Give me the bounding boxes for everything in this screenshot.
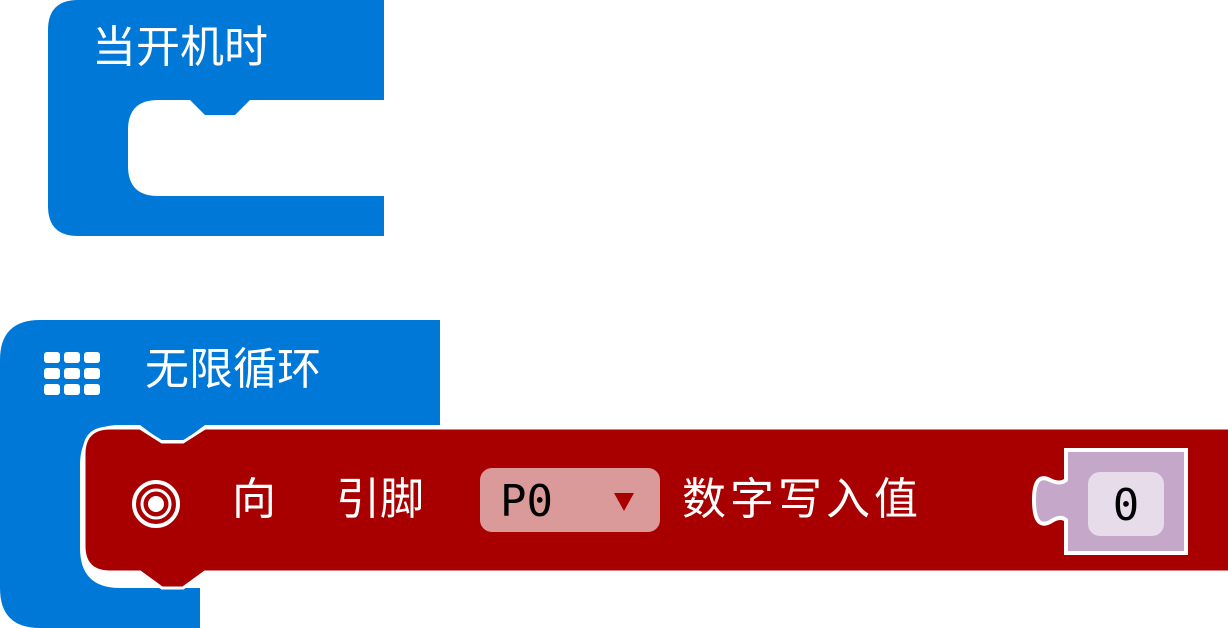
forever-label: 无限循环 (145, 344, 321, 395)
pin-dropdown-value: P0 (500, 476, 553, 527)
dropdown-arrow-icon (614, 493, 634, 511)
target-icon (132, 480, 180, 528)
on-start-label: 当开机时 (92, 22, 268, 73)
value-input-text: 0 (1112, 480, 1140, 531)
pin-dropdown[interactable]: P0 (480, 468, 660, 532)
digital-write-suffix: 数字写入值 (682, 474, 922, 525)
digital-write-prefix: 向 (232, 474, 276, 525)
pin-label: 引脚 (336, 474, 424, 525)
value-input[interactable]: 0 (1088, 472, 1164, 536)
block-canvas (0, 0, 1228, 628)
grid-icon (44, 352, 100, 395)
